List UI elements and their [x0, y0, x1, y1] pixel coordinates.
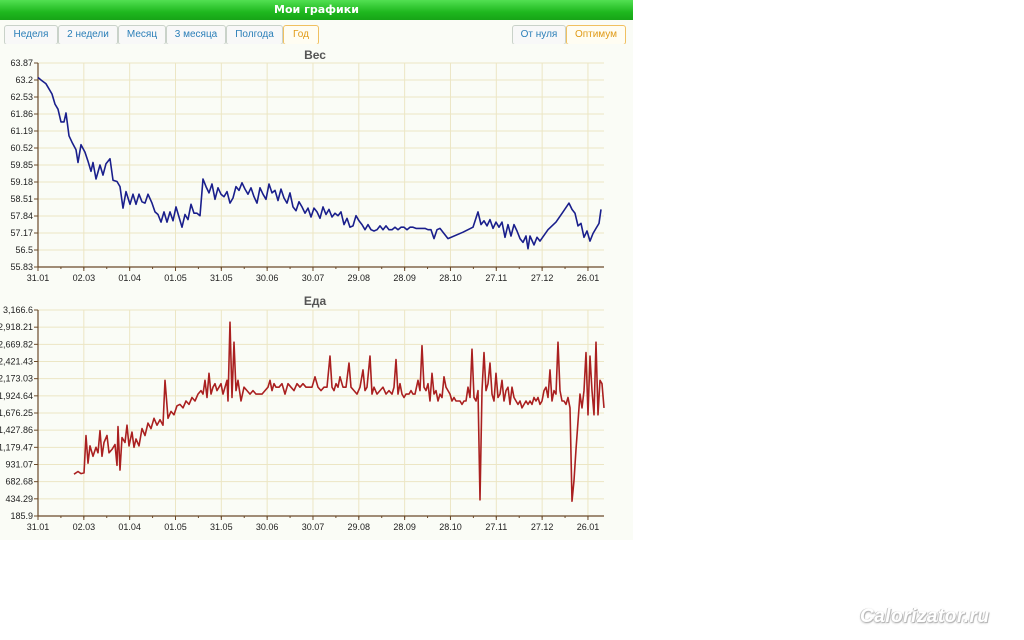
x-tick-label: 01.04 [118, 273, 141, 283]
x-tick-label: 01.05 [164, 273, 187, 283]
y-tick-label: 63.87 [10, 58, 33, 68]
chart-title: Еда [304, 294, 327, 308]
range-week-button[interactable]: Неделя [4, 25, 58, 45]
chart-background [0, 291, 633, 539]
y-tick-label: 2,173.03 [0, 374, 33, 384]
y-tick-label: 1,427.86 [0, 425, 33, 435]
range-halfyear-button[interactable]: Полгода [226, 25, 283, 45]
range-year-button[interactable]: Год [283, 25, 319, 45]
y-tick-label: 2,669.82 [0, 339, 33, 349]
x-tick-label: 30.07 [302, 522, 325, 532]
watermark-logo: Calorizator.ru [860, 606, 990, 627]
x-tick-label: 26.01 [577, 273, 600, 283]
y-tick-label: 3,166.6 [3, 305, 33, 315]
y-tick-label: 1,924.64 [0, 391, 33, 401]
scale-optimum-button[interactable]: Оптимум [566, 25, 626, 45]
range-2weeks-button[interactable]: 2 недели [58, 25, 118, 45]
y-tick-label: 931.07 [5, 460, 33, 470]
x-tick-label: 31.01 [27, 273, 50, 283]
y-tick-label: 59.18 [10, 177, 33, 187]
y-tick-label: 63.2 [15, 75, 33, 85]
y-tick-label: 58.51 [10, 194, 33, 204]
y-tick-label: 62.53 [10, 92, 33, 102]
y-tick-label: 57.84 [10, 211, 33, 221]
food-chart: Еда 3,166.6 2,918.21 2,669.82 2,421.43 2,173… [0, 291, 633, 539]
x-tick-label: 01.04 [118, 522, 141, 532]
y-tick-label: 1,179.47 [0, 442, 33, 452]
x-tick-label: 01.05 [164, 522, 187, 532]
x-tick-label: 28.10 [439, 273, 462, 283]
y-tick-label: 56.5 [15, 245, 33, 255]
x-tick-label: 29.08 [348, 522, 371, 532]
y-tick-label: 682.68 [5, 477, 33, 487]
chart-background [0, 44, 633, 290]
x-tick-label: 30.07 [302, 273, 325, 283]
y-tick-label: 185.9 [10, 511, 33, 521]
y-tick-label: 59.85 [10, 160, 33, 170]
x-tick-label: 28.09 [393, 522, 416, 532]
x-tick-label: 02.03 [73, 522, 96, 532]
app-title: Мои графики [0, 0, 633, 20]
range-month-button[interactable]: Месяц [118, 25, 166, 45]
x-tick-label: 31.05 [210, 522, 233, 532]
y-tick-label: 2,918.21 [0, 322, 33, 332]
scale-from-zero-button[interactable]: От нуля [512, 25, 566, 45]
x-tick-label: 28.09 [393, 273, 416, 283]
y-tick-label: 434.29 [5, 494, 33, 504]
y-tick-label: 57.17 [10, 228, 33, 238]
x-tick-label: 29.08 [348, 273, 371, 283]
weight-chart: Вес 63.87 63.2 62.53 61.86 61.19 60.52 59.85 59… [0, 44, 633, 290]
y-tick-label: 60.52 [10, 143, 33, 153]
x-tick-label: 31.01 [27, 522, 50, 532]
y-tick-label: 55.83 [10, 262, 33, 272]
x-tick-label: 28.10 [439, 522, 462, 532]
x-tick-label: 30.06 [256, 273, 279, 283]
x-tick-label: 31.05 [210, 273, 233, 283]
x-tick-label: 27.12 [531, 273, 554, 283]
x-tick-label: 27.11 [485, 273, 507, 283]
range-3months-button[interactable]: 3 месяца [166, 25, 226, 45]
x-tick-label: 26.01 [577, 522, 600, 532]
x-tick-label: 27.11 [485, 522, 507, 532]
chart-title: Вес [304, 48, 326, 62]
x-tick-label: 30.06 [256, 522, 279, 532]
y-tick-label: 61.86 [10, 109, 33, 119]
y-tick-label: 61.19 [10, 126, 33, 136]
y-tick-label: 1,676.25 [0, 408, 33, 418]
y-tick-label: 2,421.43 [0, 357, 33, 367]
x-tick-label: 27.12 [531, 522, 554, 532]
x-tick-label: 02.03 [73, 273, 96, 283]
